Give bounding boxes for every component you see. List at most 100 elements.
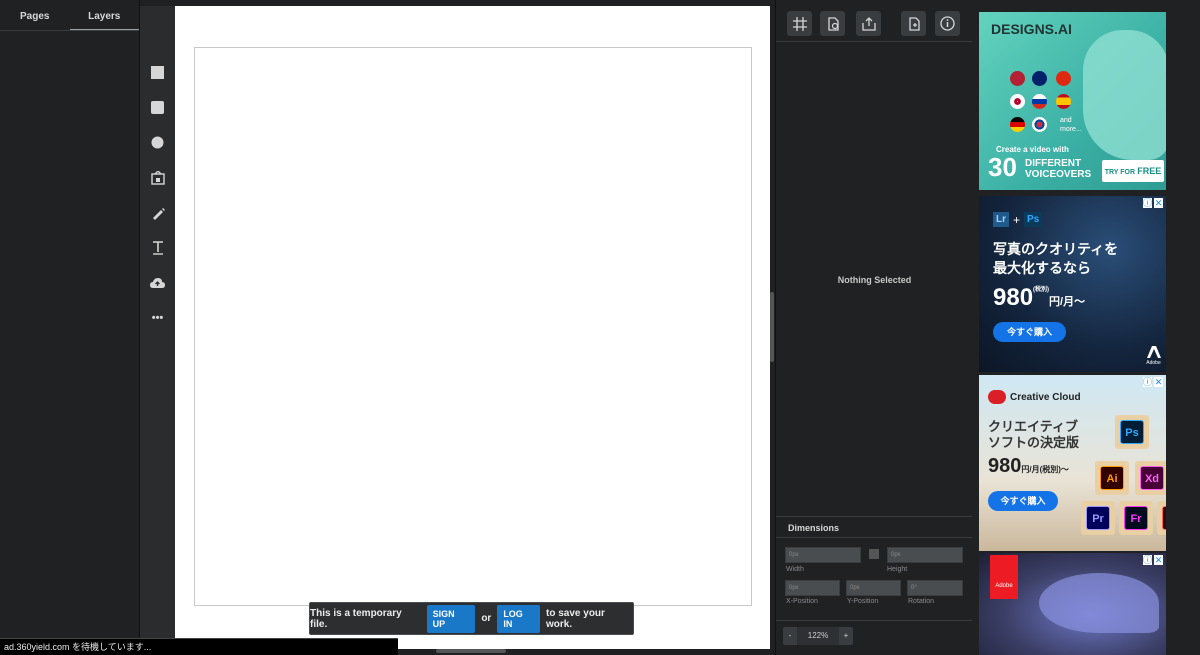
x-position-label: X-Position [786,598,818,605]
rounded-rectangle-tool-icon[interactable] [150,100,165,115]
adobe-red-logo-text: Adobe [995,583,1013,589]
ad3-headline: クリエイティブ ソフトの決定版 [988,419,1079,451]
notice-text-before: This is a temporary file. [310,607,402,630]
creative-cloud-text: Creative Cloud [1010,391,1081,403]
ad1-diff2: VOICEOVERS [1025,169,1092,180]
notice-or: or [481,613,492,624]
germany-flag-icon [1010,117,1025,132]
creative-cloud-ad[interactable]: ⓘ ✕ Creative Cloud クリエイティブ ソフトの決定版 980円/… [979,375,1166,551]
upload-cloud-tool-icon[interactable] [150,275,165,290]
browser-status-bar: ad.360yield.com を待機しています... [0,638,398,655]
info-icon[interactable] [935,11,960,36]
rotation-label: Rotation [908,598,935,605]
dimensions-title: Dimensions [776,517,973,538]
x-position-input[interactable]: 0px [785,580,840,596]
adobe-lr-ps-ad[interactable]: ⓘ ✕ Lr + Ps 写真のクオリティを 最大化するなら 980(税別) 円/月… [979,196,1166,372]
ellipse-tool-icon[interactable] [150,135,165,150]
tab-pages[interactable]: Pages [0,0,70,30]
zoom-level: 122% [797,627,839,645]
ad-close-icon[interactable]: ✕ [1154,198,1163,208]
ad2-price-tax: (税別) [1033,287,1050,293]
ad2-buy-button[interactable]: 今すぐ購入 [993,322,1066,342]
ad-info-icon[interactable]: ⓘ [1143,555,1152,565]
ad3-buy-button[interactable]: 今すぐ購入 [988,491,1058,511]
korea-flag-icon [1032,117,1047,132]
ad1-big-number: 30 [988,152,1017,182]
ad-close-icon[interactable]: ✕ [1154,377,1163,387]
tab-layers[interactable]: Layers [69,0,139,30]
and-more-text: and more... [1060,117,1082,133]
ad3-price-unit: 円/月(税別)〜 [1021,465,1069,474]
try-for-text: TRY FOR [1104,169,1136,176]
ad2-price-unit-text: 円/月〜 [1049,296,1086,308]
lr-ps-logos: Lr + Ps [993,212,1043,227]
zoom-out-button[interactable]: - [783,627,797,645]
zoom-bar: - 122% + [776,620,973,655]
designs-ai-logo: DESIGNS.AI [991,21,1072,37]
ad2-line1: 写真のクオリティを [993,241,1119,257]
pen-tool-icon[interactable] [150,205,165,220]
aspect-lock-icon[interactable] [869,549,879,559]
ad-choices[interactable]: ⓘ ✕ [1143,555,1163,565]
free-text: FREE [1137,166,1162,176]
new-page-icon[interactable] [901,11,926,36]
notice-text-after: to save your work. [546,607,605,630]
uk-flag-icon [1032,71,1047,86]
left-panel: Pages Layers [0,0,140,655]
rectangle-tool-icon[interactable] [150,65,165,80]
rotation-input[interactable]: 0° [907,580,963,596]
ad2-headline: 写真のクオリティを 最大化するなら [993,240,1118,278]
more-tools-icon[interactable]: ••• [150,310,165,325]
ad3-line2: ソフトの決定版 [988,435,1080,450]
tool-strip: ••• [140,0,175,655]
creative-cloud-icon [988,390,1006,404]
ad2-line2: 最大化するなら [993,260,1091,276]
xd-app-icon: Xd [1140,466,1164,490]
width-label: Width [786,566,804,573]
ad-info-icon[interactable]: ⓘ [1143,377,1152,387]
horizontal-scrollbar[interactable] [436,649,506,653]
ad-info-icon[interactable]: ⓘ [1143,198,1152,208]
creative-cloud-logo: Creative Cloud [988,390,1081,404]
eye-tile: ◉ [1157,501,1166,535]
ad3-price: 980円/月(税別)〜 [988,455,1069,478]
ps-tile: Ps [1115,415,1149,449]
app-root: Pages Layers ••• This is a temporary fil… [0,0,1200,655]
ad2-price-value: 980 [993,284,1034,311]
try-for-free-button[interactable]: TRY FOR FREE [1102,160,1164,182]
vertical-scrollbar[interactable] [770,292,774,362]
photoshop-logo: Ps [1024,212,1043,227]
zoom-in-button[interactable]: + [839,627,853,645]
zoom-control: - 122% + [783,627,853,645]
grid-icon[interactable] [787,11,812,36]
us-flag-icon [1010,71,1025,86]
image-tool-icon[interactable] [150,170,165,185]
ad-choices[interactable]: ⓘ ✕ [1143,198,1163,208]
ad3-price-value: 980 [988,455,1022,477]
butterfly-image [1039,573,1159,633]
login-button[interactable]: LOG IN [497,604,541,633]
pr-tile: Pr [1081,501,1115,535]
ad1-diff1: DIFFERENT [1025,158,1082,169]
left-tabs: Pages Layers [0,0,139,31]
export-icon[interactable] [856,11,881,36]
artboard[interactable] [194,47,752,606]
signup-button[interactable]: SIGN UP [426,604,476,633]
text-tool-icon[interactable] [150,240,165,255]
width-input[interactable]: 0px [785,547,861,563]
pr-app-icon: Pr [1086,506,1110,530]
canvas-area[interactable] [175,6,770,649]
eye-app-icon: ◉ [1162,506,1166,530]
ai-app-icon: Ai [1100,466,1124,490]
russia-flag-icon [1032,94,1047,109]
y-position-input[interactable]: 0px [846,580,901,596]
adobe-ad-4[interactable]: ⓘ ✕ Adobe [979,553,1166,655]
ad-choices[interactable]: ⓘ ✕ [1143,377,1163,387]
voice-silhouette-image [1083,30,1166,160]
duplicate-icon[interactable] [820,11,845,36]
ps-app-icon: Ps [1120,420,1144,444]
height-input[interactable]: 0px [887,547,963,563]
ad-close-icon[interactable]: ✕ [1154,555,1163,565]
plus-sign: + [1013,212,1021,227]
designs-ai-ad[interactable]: DESIGNS.AI and more... Create a video wi… [979,12,1166,190]
